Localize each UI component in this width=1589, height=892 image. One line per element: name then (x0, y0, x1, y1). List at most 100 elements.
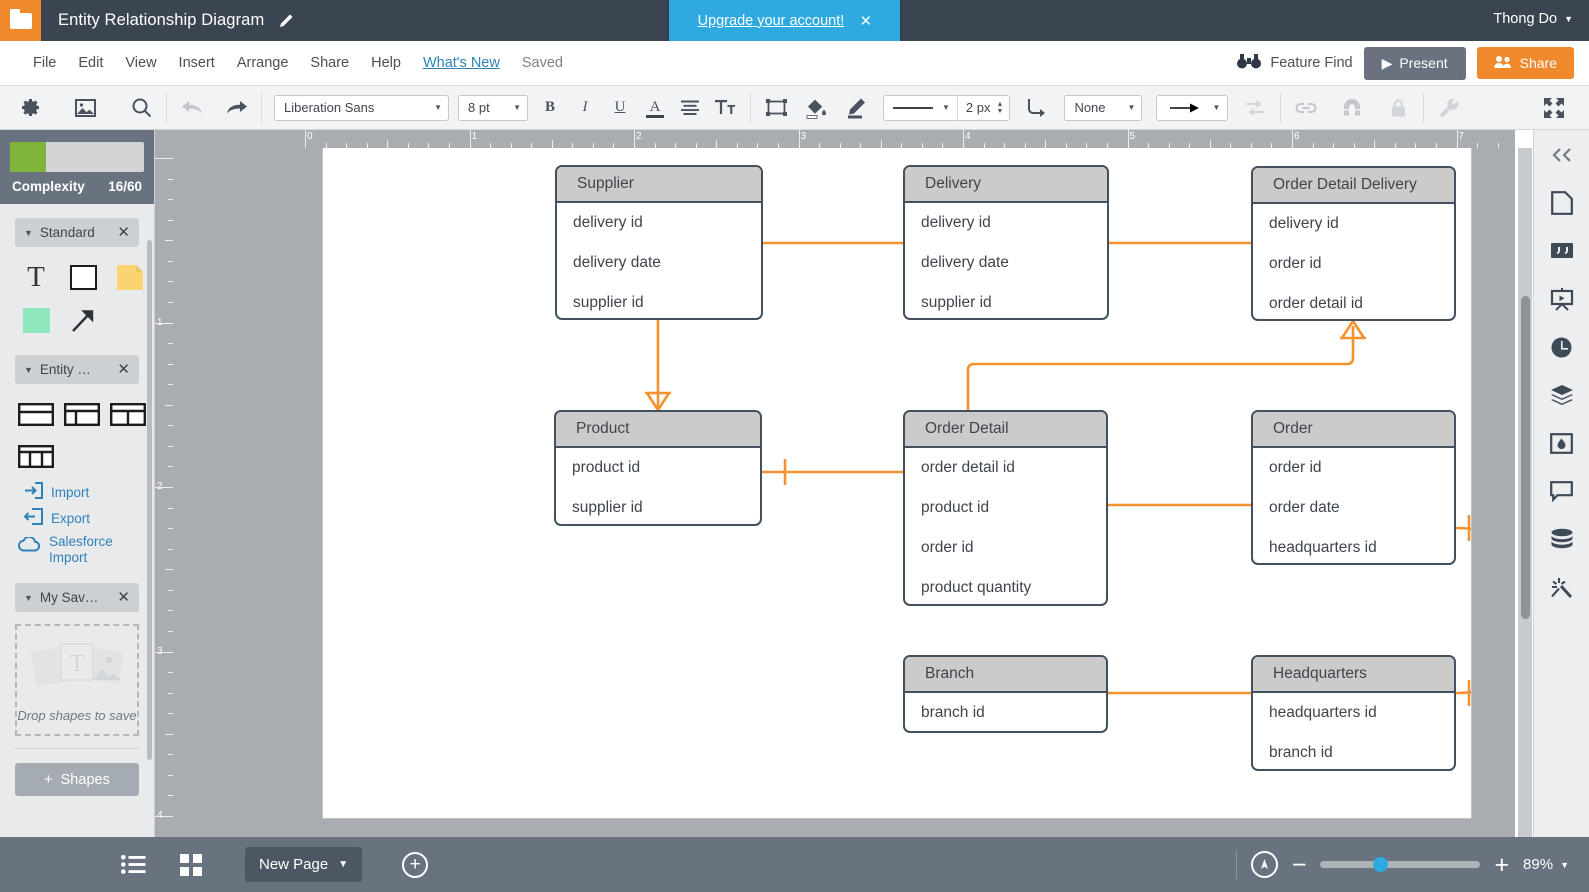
entity-box[interactable]: Order order id order date headquarters id (1251, 410, 1456, 565)
vertical-scrollbar-thumb[interactable] (1521, 296, 1530, 619)
arrow-shape-icon[interactable] (64, 303, 102, 337)
connector-line[interactable] (1340, 320, 1366, 340)
entity-box[interactable]: Delivery delivery id delivery date supplier… (903, 165, 1109, 320)
menu-whats-new[interactable]: What's New (412, 50, 511, 76)
italic-button[interactable]: I (572, 95, 598, 121)
export-link[interactable]: Export (0, 505, 154, 531)
entity-attribute[interactable]: order detail id (1253, 284, 1454, 319)
line-width-stepper[interactable]: ▲ ▼ (997, 101, 1010, 115)
text-color-button[interactable]: A (642, 95, 668, 121)
shapes-button[interactable]: + Shapes (15, 763, 139, 796)
fill-bucket-icon[interactable] (803, 95, 829, 121)
image-icon[interactable] (72, 95, 98, 121)
entity-attribute[interactable]: delivery id (1253, 204, 1454, 244)
link-icon[interactable] (1293, 95, 1319, 121)
redo-icon[interactable] (223, 95, 249, 121)
entity-attribute[interactable]: branch id (1253, 733, 1454, 769)
entity-box[interactable]: Supplier delivery id delivery date supplier… (555, 165, 763, 320)
panel-standard-header[interactable]: ▼ Standard ✕ (15, 218, 139, 247)
entity-attribute[interactable]: delivery date (905, 243, 1107, 283)
entity-attribute[interactable]: supplier id (905, 283, 1107, 318)
menu-help[interactable]: Help (360, 50, 412, 76)
user-menu[interactable]: Thong Do ▼ (1493, 11, 1573, 27)
font-family-select[interactable]: Liberation Sans ▼ (274, 94, 449, 121)
gear-icon[interactable] (16, 95, 42, 121)
underline-button[interactable]: U (607, 95, 633, 121)
panel-my-saved-header[interactable]: ▼ My Sav… ✕ (15, 583, 139, 612)
canvas[interactable]: Supplier delivery id delivery date supplier… (173, 148, 1515, 837)
menu-share[interactable]: Share (299, 50, 360, 76)
entity-attribute[interactable]: order detail id (905, 448, 1106, 488)
entity-attribute[interactable]: order id (1253, 244, 1454, 284)
sidebar-scrollbar[interactable] (147, 240, 152, 760)
collapse-icon[interactable] (1546, 140, 1578, 170)
connector-line[interactable] (1455, 526, 1471, 695)
entity-attribute[interactable]: delivery id (557, 203, 761, 243)
align-icon[interactable] (677, 95, 703, 121)
entity-attribute[interactable]: order date (1253, 488, 1454, 528)
feature-find-button[interactable]: Feature Find (1237, 53, 1353, 73)
entity-box[interactable]: Order Detail Delivery delivery id order id… (1251, 166, 1456, 321)
line-route-icon[interactable] (1024, 95, 1050, 121)
line-color-icon[interactable] (843, 95, 869, 121)
lock-icon[interactable] (1385, 95, 1411, 121)
zoom-level-menu[interactable]: 89% ▼ (1523, 856, 1569, 873)
line-end-select[interactable]: ▼ (1156, 94, 1229, 121)
add-page-icon[interactable]: + (402, 851, 429, 878)
entity-attribute[interactable]: delivery date (557, 243, 761, 283)
fullscreen-icon[interactable] (1541, 95, 1567, 121)
grid-view-icon[interactable] (173, 849, 209, 881)
close-icon[interactable]: ✕ (117, 225, 130, 240)
entity-box[interactable]: Branch branch id (903, 655, 1108, 733)
undo-icon[interactable] (179, 95, 205, 121)
zoom-in-button[interactable]: + (1494, 852, 1509, 877)
menu-file[interactable]: File (22, 50, 67, 76)
list-view-icon[interactable] (115, 849, 151, 881)
connector-line[interactable] (966, 326, 1355, 410)
flip-icon[interactable] (1242, 95, 1268, 121)
close-icon[interactable]: ✕ (117, 362, 130, 377)
close-icon[interactable]: × (860, 12, 871, 31)
font-size-select[interactable]: 8 pt ▼ (458, 94, 528, 121)
diagram-page[interactable]: Supplier delivery id delivery date supplier… (323, 148, 1471, 818)
entity-attribute[interactable]: supplier id (556, 488, 760, 524)
page-icon[interactable] (1546, 188, 1578, 218)
entity-attribute[interactable]: delivery id (905, 203, 1107, 243)
note-shape-icon[interactable] (111, 260, 149, 294)
entity-attribute[interactable]: headquarters id (1253, 693, 1454, 733)
close-icon[interactable]: ✕ (117, 590, 130, 605)
entity-box[interactable]: Product product id supplier id (554, 410, 762, 526)
bold-button[interactable]: B (537, 95, 563, 121)
entity-attribute[interactable]: product id (905, 488, 1106, 528)
shape-outline-icon[interactable] (763, 95, 789, 121)
entity-attribute[interactable]: order id (1253, 448, 1454, 488)
new-page-button[interactable]: New Page ▼ (245, 847, 363, 882)
layers-icon[interactable] (1546, 380, 1578, 410)
pencil-icon[interactable] (277, 13, 293, 29)
magic-wand-icon[interactable] (1546, 572, 1578, 602)
vertical-ruler[interactable]: 1234 (155, 148, 173, 837)
green-square-shape-icon[interactable] (17, 303, 55, 337)
comment-icon[interactable] (1546, 476, 1578, 506)
text-options-icon[interactable] (712, 95, 738, 121)
import-link[interactable]: Import (0, 479, 154, 505)
entity-attribute[interactable]: product quantity (905, 568, 1106, 604)
wrench-icon[interactable] (1436, 95, 1462, 121)
entity-attribute[interactable]: supplier id (557, 283, 761, 318)
history-clock-icon[interactable] (1546, 332, 1578, 362)
zoom-slider-knob[interactable] (1372, 857, 1388, 872)
text-shape-icon[interactable]: T (17, 260, 55, 294)
share-button[interactable]: Share (1476, 47, 1574, 79)
salesforce-import-link[interactable]: Salesforce Import (0, 531, 154, 569)
menu-arrange[interactable]: Arrange (226, 50, 300, 76)
entity-1col-icon[interactable] (17, 397, 55, 431)
entity-attribute[interactable]: branch id (905, 693, 1106, 731)
menu-insert[interactable]: Insert (168, 50, 226, 76)
menu-view[interactable]: View (114, 50, 167, 76)
horizontal-ruler[interactable]: 0 1 2 3 4 5 6 7 (155, 130, 1515, 148)
theme-fill-icon[interactable] (1546, 428, 1578, 458)
rectangle-shape-icon[interactable] (64, 260, 102, 294)
entity-3col-icon[interactable] (17, 439, 55, 473)
entity-attribute[interactable]: headquarters id (1253, 528, 1454, 563)
entity-attribute[interactable]: product id (556, 448, 760, 488)
